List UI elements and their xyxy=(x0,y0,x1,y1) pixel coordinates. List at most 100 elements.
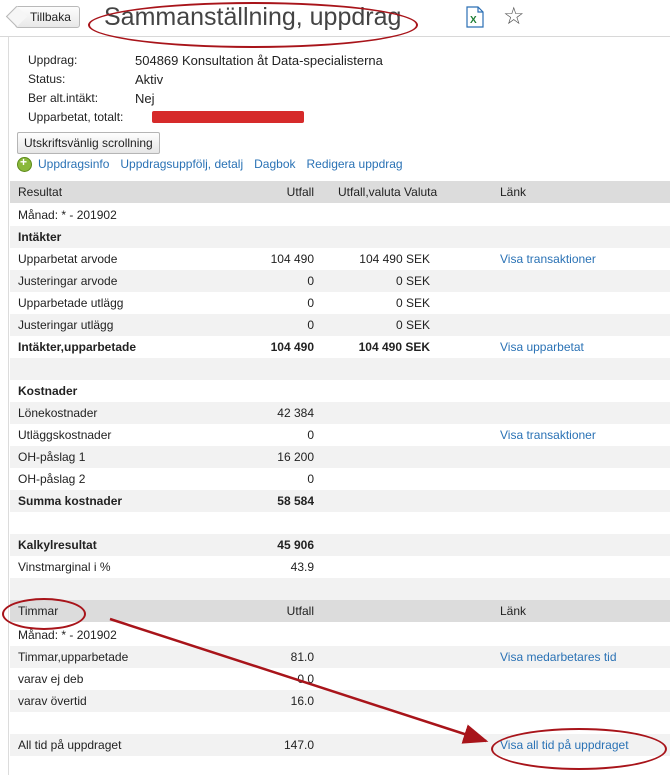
print-friendly-button[interactable]: Utskriftsvänlig scrollning xyxy=(17,132,160,154)
utfall-value: 0 xyxy=(307,296,314,310)
table-row: Månad: * - 201902 xyxy=(10,624,670,646)
row-label: Kostnader xyxy=(18,384,78,398)
row-label: varav ej deb xyxy=(18,672,84,686)
table-row: Upparbetat arvode 104 490 104 490 SEK Visa … xyxy=(10,248,670,270)
table-row: Månad: * - 201902 xyxy=(10,204,670,226)
info-label: Status: xyxy=(28,72,66,86)
row-label: OH-påslag 2 xyxy=(18,472,86,486)
row-link[interactable]: Visa upparbetat xyxy=(500,336,584,358)
column-header-link: Länk xyxy=(500,185,527,199)
row-link[interactable]: Visa transaktioner xyxy=(500,424,596,446)
valuta-value: 0 SEK xyxy=(395,318,430,332)
table-row: Lönekostnader 42 384 xyxy=(10,402,670,424)
star-icon[interactable]: ☆ xyxy=(503,5,525,29)
page-title: Sammanställning, uppdrag xyxy=(104,3,402,31)
table-row xyxy=(10,712,670,734)
valuta-value: 0 SEK xyxy=(395,274,430,288)
nav-links: Uppdragsinfo Uppdragsuppfölj, detalj Dagbo… xyxy=(17,155,414,173)
row-label: Summa kostnader xyxy=(18,494,123,508)
info-row: Uppdrag: 504869 Konsultation åt Data-spec… xyxy=(28,51,670,70)
row-label: Månad: * - 201902 xyxy=(18,208,117,222)
row-label: Lönekostnader xyxy=(18,406,98,420)
table-row xyxy=(10,512,670,534)
table-row: varav ej deb 0.0 xyxy=(10,668,670,690)
row-label: Vinstmarginal i % xyxy=(18,560,111,574)
info-label: Ber alt.intäkt: xyxy=(28,91,99,105)
result-table-header: Resultat Utfall Utfall,valuta Valuta Län… xyxy=(10,181,670,203)
utfall-value: 0 xyxy=(307,274,314,288)
row-label: Utläggskostnader xyxy=(18,428,112,442)
add-icon xyxy=(17,155,32,173)
info-value: Nej xyxy=(135,91,155,106)
info-value: 504869 Konsultation åt Data-specialister… xyxy=(135,53,383,68)
table-row: Kostnader xyxy=(10,380,670,402)
table-row xyxy=(10,358,670,380)
utfall-value: 45 906 xyxy=(277,538,314,552)
table-row: Intäkter,upparbetade 104 490 104 490 SEK Vi… xyxy=(10,336,670,358)
row-label: Intäkter,upparbetade xyxy=(18,340,137,354)
redacted-value xyxy=(152,111,304,123)
table-row: Utläggskostnader 0 Visa transaktioner xyxy=(10,424,670,446)
link-uppdragsuppfolj[interactable]: Uppdragsuppfölj, detalj xyxy=(120,157,243,171)
table-row: Summa kostnader 58 584 xyxy=(10,490,670,512)
info-value: Aktiv xyxy=(135,72,164,87)
row-link[interactable]: Visa all tid på uppdraget xyxy=(500,734,629,756)
table-row: Justeringar utlägg 0 0 SEK xyxy=(10,314,670,336)
utfall-value: 0 xyxy=(307,472,314,486)
row-label: varav övertid xyxy=(18,694,87,708)
utfall-value: 43.9 xyxy=(290,560,314,574)
column-header-utfall: Utfall xyxy=(286,604,314,618)
row-label: Timmar,upparbetade xyxy=(18,650,129,664)
table-row: Vinstmarginal i % 43.9 xyxy=(10,556,670,578)
row-label: Justeringar arvode xyxy=(18,274,118,288)
table-row: Kalkylresultat 45 906 xyxy=(10,534,670,556)
utfall-value: 147.0 xyxy=(283,738,314,752)
utfall-value: 0 xyxy=(307,318,314,332)
row-label: All tid på uppdraget xyxy=(18,738,122,752)
utfall-value: 104 490 xyxy=(270,252,314,266)
row-label: OH-påslag 1 xyxy=(18,450,86,464)
table-row: Timmar,upparbetade 81.0 Visa medarbetares … xyxy=(10,646,670,668)
row-label: Upparbetat arvode xyxy=(18,252,118,266)
back-button[interactable]: Tillbaka xyxy=(15,6,80,28)
table-row: Upparbetade utlägg 0 0 SEK xyxy=(10,292,670,314)
table-row xyxy=(10,578,670,600)
utfall-value: 0.0 xyxy=(297,672,314,686)
hours-table-header: Timmar Utfall Länk xyxy=(10,600,670,622)
link-dagbok[interactable]: Dagbok xyxy=(254,157,295,171)
info-row: Ber alt.intäkt: Nej xyxy=(28,89,670,108)
utfall-value: 16 200 xyxy=(277,450,314,464)
divider xyxy=(8,37,9,775)
info-label: Upparbetat, totalt: xyxy=(28,110,124,124)
link-redigera[interactable]: Redigera uppdrag xyxy=(307,157,403,171)
svg-text:X: X xyxy=(470,15,477,26)
row-label: Månad: * - 201902 xyxy=(18,628,117,642)
table-row: Intäkter xyxy=(10,226,670,248)
table-row: All tid på uppdraget 147.0 Visa all tid på… xyxy=(10,734,670,756)
top-bar: Tillbaka Sammanställning, uppdrag X ☆ xyxy=(0,0,670,37)
column-header-hours: Timmar xyxy=(18,604,59,618)
utfall-value: 42 384 xyxy=(277,406,314,420)
valuta-value: 104 490 SEK xyxy=(359,252,430,266)
row-link[interactable]: Visa transaktioner xyxy=(500,248,596,270)
info-label: Uppdrag: xyxy=(28,53,78,67)
assignment-info: Uppdrag: 504869 Konsultation åt Data-spec… xyxy=(18,51,670,127)
utfall-value: 104 490 xyxy=(270,340,314,354)
column-header-result: Resultat xyxy=(18,185,63,199)
excel-icon[interactable]: X xyxy=(466,6,484,28)
row-label: Justeringar utlägg xyxy=(18,318,114,332)
column-header-valuta: Utfall,valuta Valuta xyxy=(338,185,438,199)
utfall-value: 16.0 xyxy=(290,694,314,708)
utfall-value: 81.0 xyxy=(290,650,314,664)
utfall-value: 58 584 xyxy=(277,494,314,508)
table-row: OH-påslag 1 16 200 xyxy=(10,446,670,468)
link-uppdragsinfo[interactable]: Uppdragsinfo xyxy=(38,157,109,171)
row-link[interactable]: Visa medarbetares tid xyxy=(500,646,617,668)
row-label: Upparbetade utlägg xyxy=(18,296,124,310)
row-label: Kalkylresultat xyxy=(18,538,97,552)
table-row: Justeringar arvode 0 0 SEK xyxy=(10,270,670,292)
column-header-utfall: Utfall xyxy=(286,185,314,199)
column-header-link: Länk xyxy=(500,604,527,618)
row-label: Intäkter xyxy=(18,230,62,244)
info-row: Upparbetat, totalt: xyxy=(28,108,670,127)
